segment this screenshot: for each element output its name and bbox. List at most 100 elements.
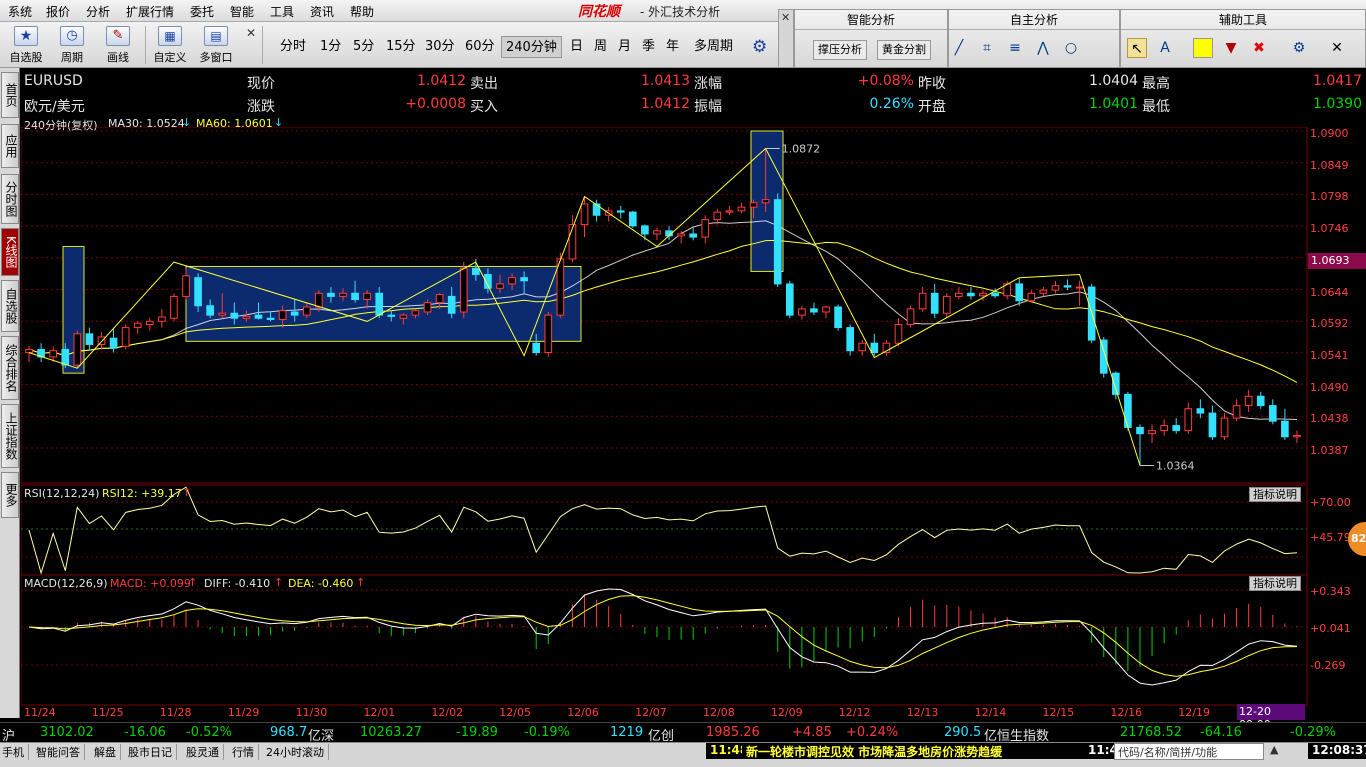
sidebar-tab-7[interactable]: 更多 [1, 472, 19, 518]
symbol-name: 欧元/美元 [24, 99, 85, 115]
golden-section-button[interactable]: 黄金分割 [877, 40, 931, 60]
period-tab-4[interactable]: 30分 [421, 36, 459, 58]
period-tab-0[interactable]: 分时 [276, 36, 310, 58]
close-icon[interactable]: ✕ [246, 26, 256, 40]
line-tool-icon[interactable]: ╱ [949, 38, 969, 58]
cursor-icon[interactable]: ↖ [1127, 38, 1147, 58]
sidebar-tab-6[interactable]: 上证指数 [1, 404, 19, 468]
favorites-button[interactable]: ★ 自选股 [6, 26, 46, 66]
fib-tool-icon[interactable]: ≡ [1005, 38, 1025, 58]
color-picker[interactable] [1193, 38, 1213, 58]
custom-grid-icon: ▦ [158, 26, 182, 46]
rsi-panel-border [21, 484, 1308, 576]
multi-window-icon: ▤ [204, 26, 228, 46]
period-tab-6[interactable]: 240分钟 [501, 36, 562, 58]
rect-tool-icon[interactable]: ⌗ [977, 38, 997, 58]
candle [834, 304, 842, 331]
ticker-item-4: 968.7 [270, 725, 308, 740]
status-item-2[interactable]: 解盘 [94, 744, 121, 760]
status-item-3[interactable]: 股市日记 [128, 744, 177, 760]
candle [97, 331, 106, 350]
self-analysis-panel: 自主分析 ╱ ⌗ ≡ ⋀ ○ [948, 9, 1120, 68]
bookmark-icon[interactable]: ▼ [1221, 38, 1241, 58]
date-label-0: 11/24 [24, 706, 56, 719]
support-pressure-button[interactable]: 撑压分析 [813, 40, 867, 60]
period-label: 周期 [61, 51, 83, 64]
search-input[interactable]: 代码/名称/简拼/功能 [1114, 743, 1264, 760]
period-tab-5[interactable]: 60分 [461, 36, 499, 58]
period-tab-10[interactable]: 季 [638, 36, 659, 58]
kline-chart[interactable]: 1.0872 1.0364 [21, 127, 1309, 707]
price-tick-0: 1.0900 [1310, 127, 1349, 140]
menu-system[interactable]: 系统 [8, 3, 32, 20]
delete-icon[interactable]: ✖ [1249, 38, 1269, 58]
menu-extended-quotes[interactable]: 扩展行情 [126, 3, 174, 20]
app-title: - 外汇技术分析 [640, 5, 721, 19]
status-item-6[interactable]: 24小时滚动 [266, 744, 329, 760]
period-tab-2[interactable]: 5分 [349, 36, 378, 58]
macd-explain-button[interactable]: 指标说明 [1249, 576, 1301, 591]
menu-news[interactable]: 资讯 [310, 3, 334, 20]
macd-value: MACD: +0.099 [110, 577, 191, 590]
sidebar-tab-0[interactable]: 首页 [1, 72, 19, 118]
ticker-item-8: -0.19% [524, 725, 570, 740]
period-tab-12[interactable]: 多周期 [690, 36, 737, 58]
period-tab-3[interactable]: 15分 [382, 36, 420, 58]
candle [725, 205, 734, 216]
close-icon[interactable]: ✕ [1327, 38, 1347, 58]
menu-trade[interactable]: 委托 [190, 3, 214, 20]
multi-window-button[interactable]: ▤ 多窗口 [194, 26, 238, 66]
period-tab-8[interactable]: 周 [590, 36, 611, 58]
ticker-item-13: +0.24% [846, 725, 899, 740]
date-label-3: 11/29 [227, 706, 260, 719]
price-tick-5: 1.0644 [1310, 285, 1349, 299]
news-ticker[interactable]: 新一轮楼市调控见效 市场降温多地房价涨势趋缓 [742, 743, 1084, 759]
close-icon[interactable]: ✕ [781, 11, 790, 24]
candle [544, 311, 553, 357]
macd-panel-border [21, 574, 1308, 706]
text-tool-icon[interactable]: A [1155, 38, 1175, 58]
news-time-2: 11:43 [1084, 743, 1114, 759]
period-tab-11[interactable]: 年 [662, 36, 683, 58]
custom-button[interactable]: ▦ 自定义 [150, 26, 190, 66]
menu-quote[interactable]: 报价 [46, 3, 70, 20]
quote-label-3: 昨收 [918, 76, 946, 92]
period-tab-9[interactable]: 月 [614, 36, 635, 58]
date-label-9: 12/07 [635, 706, 667, 719]
rsi-header: RSI(12,12,24) [24, 487, 100, 500]
rsi-explain-button[interactable]: 指标说明 [1249, 487, 1301, 502]
draw-line-button[interactable]: ✎ 画线 [98, 26, 138, 66]
sidebar-tab-1[interactable]: 应用 [1, 124, 19, 168]
float-badge[interactable]: 82 [1348, 522, 1366, 556]
sidebar-tab-4[interactable]: 自选股 [1, 280, 19, 332]
settings-icon[interactable]: ⚙ [1289, 38, 1309, 58]
candle [1232, 399, 1241, 422]
menu-tools[interactable]: 工具 [270, 3, 294, 20]
status-item-0[interactable]: 手机 [2, 744, 29, 760]
date-label-12: 12/12 [838, 706, 871, 719]
candle [785, 280, 794, 319]
quote-label-4: 最高 [1142, 76, 1170, 92]
sidebar-tab-3[interactable]: K线图 [1, 228, 19, 276]
period-tab-7[interactable]: 日 [566, 36, 587, 58]
circle-tool-icon[interactable]: ○ [1061, 38, 1081, 58]
sidebar-tab-5[interactable]: 综合排名 [1, 336, 19, 400]
current-date-tag: 12-20 00:00 [1237, 704, 1305, 731]
toolbar: ★ 自选股 ◷ 周期 ✎ 画线 ▦ 自定义 ▤ 多窗口 ✕ 分时 1分 5分 15分 3… [0, 22, 778, 68]
ticker-item-1: 3102.02 [40, 725, 94, 740]
gear-icon[interactable]: ⚙ [752, 37, 767, 57]
status-item-1[interactable]: 智能问答 [36, 744, 85, 760]
wave-tool-icon[interactable]: ⋀ [1033, 38, 1053, 58]
menu-analysis[interactable]: 分析 [86, 3, 110, 20]
panel-close[interactable]: ✕ [778, 9, 794, 68]
period-button[interactable]: ◷ 周期 [52, 26, 92, 66]
menu-help[interactable]: 帮助 [350, 3, 374, 20]
status-item-5[interactable]: 行情 [232, 744, 259, 760]
candle [1148, 424, 1156, 444]
dropdown-arrow-icon[interactable]: ▲ [1270, 743, 1278, 756]
period-tab-1[interactable]: 1分 [316, 36, 345, 58]
rsi-tick-45: +45.79 [1310, 531, 1351, 544]
sidebar-tab-2[interactable]: 分时图 [1, 174, 19, 224]
status-item-4[interactable]: 股灵通 [186, 744, 224, 760]
menu-smart[interactable]: 智能 [230, 3, 254, 20]
